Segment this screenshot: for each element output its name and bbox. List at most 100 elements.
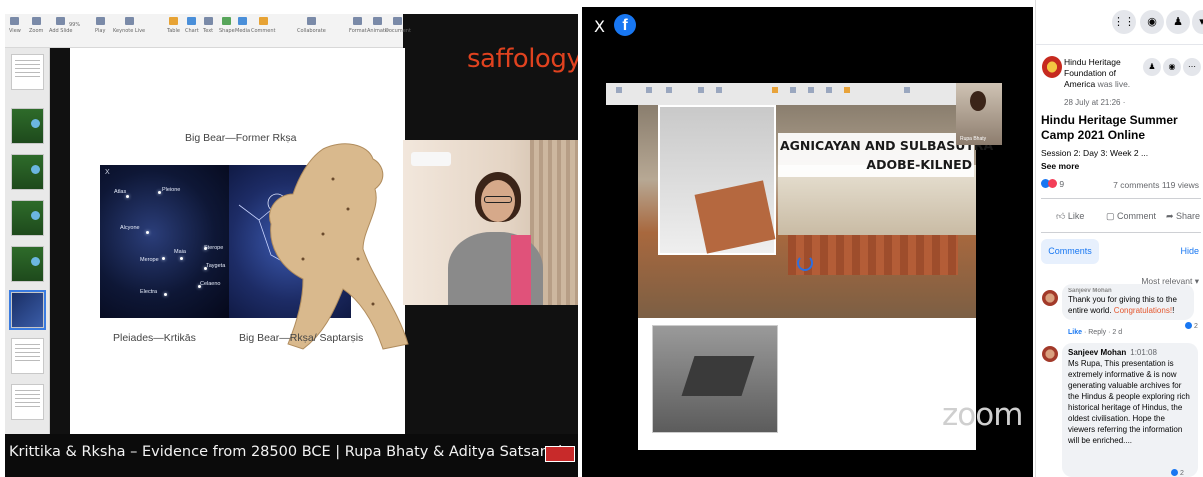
toolbar-view[interactable]: View	[9, 17, 21, 34]
toolbar-media[interactable]: Media	[235, 17, 250, 34]
toolbar-document[interactable]: Document	[385, 17, 411, 34]
collaborate-icon	[306, 17, 316, 25]
menu-grid-icon[interactable]: ⋮⋮	[1112, 10, 1136, 34]
post-description: Session 2: Day 3: Week 2 ...	[1041, 148, 1149, 158]
toolbar-collaborate[interactable]: Collaborate	[297, 17, 326, 34]
post-title: Hindu Heritage Summer Camp 2021 Online	[1041, 113, 1178, 142]
live-badge	[545, 446, 575, 462]
divider	[1041, 198, 1201, 199]
document-icon	[393, 17, 403, 25]
facebook-logo-icon[interactable]: f	[614, 14, 636, 36]
animate-icon	[372, 17, 382, 25]
media-icon	[238, 17, 248, 25]
comment-icon	[258, 17, 268, 25]
toolbar-table[interactable]: Table	[167, 17, 180, 34]
like-button[interactable]: 👍︎ Like	[1056, 211, 1084, 222]
slide-thumbnail[interactable]	[11, 200, 44, 236]
presenter-webcam	[403, 140, 578, 305]
toolbar-keynote-live[interactable]: Keynote Live	[113, 17, 145, 34]
comment-author[interactable]: Sanjeev Mohan	[1068, 348, 1126, 357]
slide-thumbnail[interactable]	[11, 246, 44, 282]
add-slide-icon	[56, 17, 66, 25]
toolbar-comment[interactable]: Comment	[251, 17, 276, 34]
page-avatar[interactable]	[1042, 56, 1062, 78]
facebook-top-bar: ⋮⋮ ◉ ♟ ▾	[1036, 0, 1203, 45]
comment-timestamp[interactable]: 1:01:08	[1130, 348, 1157, 357]
messenger-icon[interactable]: ◉	[1163, 58, 1181, 76]
loading-spinner-icon	[797, 255, 813, 271]
comment-actions: Like · Reply · 2 d	[1068, 329, 1123, 336]
comment-text: Ms Rupa, This presentation is extremely …	[1068, 359, 1190, 445]
messenger-icon[interactable]: ◉	[1140, 10, 1164, 34]
video-caption-bar: Krittika & Rksha – Evidence from 28500 B…	[5, 434, 578, 477]
avatar[interactable]	[1042, 346, 1058, 362]
star-label: Atlas	[114, 189, 127, 195]
slide-thumbnail[interactable]	[11, 154, 44, 190]
share-icon: ➦	[1166, 211, 1177, 221]
excavation-photo	[652, 325, 778, 433]
screenshot-collage: View Zoom Add Slide Play Keynote Live Ta…	[0, 0, 1203, 477]
keynote-toolbar: View Zoom Add Slide Play Keynote Live Ta…	[5, 14, 411, 48]
shared-screen-toolbar	[606, 83, 956, 105]
slide-title: AGNICAYAN AND SULBASUTRA ADOBE-KILNED	[778, 133, 993, 177]
big-bear-caption: Big Bear—Rkṣa/ Saptarṣis	[239, 332, 364, 344]
zoom-participant-video: Rupa Bhaty	[956, 83, 1002, 145]
text-icon	[203, 17, 213, 25]
saffology-logo: saffology	[467, 44, 578, 74]
slide-navigator	[5, 48, 50, 434]
star-label: Maia	[174, 249, 186, 255]
shape-icon	[222, 17, 232, 25]
account-menu-icon[interactable]: ▾	[1192, 10, 1203, 34]
slide-thumbnail[interactable]	[11, 384, 44, 420]
toolbar-play[interactable]: Play	[95, 17, 105, 34]
hide-comments-link[interactable]: Hide	[1180, 246, 1199, 256]
toolbar-shape[interactable]: Shape	[219, 17, 235, 34]
comment-like-count: 2	[1171, 469, 1185, 477]
comment-age: 2 d	[1112, 329, 1123, 336]
comment-like-count: 2	[1185, 322, 1199, 332]
pleiades-image: X Atlas Pleione Alcyone Merope Maia Ster…	[100, 165, 229, 318]
love-reaction-icon	[1048, 179, 1057, 188]
notifications-bell-icon[interactable]: ♟	[1166, 10, 1190, 34]
zoom-level[interactable]: 99%	[69, 22, 80, 28]
toolbar-text[interactable]: Text	[203, 17, 213, 34]
star-label: Merope	[140, 257, 159, 263]
comment-like-link[interactable]: Like	[1068, 329, 1082, 336]
comments-views-count[interactable]: 7 comments 119 views	[1113, 180, 1199, 190]
slide-thumbnail[interactable]	[11, 54, 44, 90]
video-caption-text: Krittika & Rksha – Evidence from 28500 B…	[9, 444, 563, 460]
toolbar-format[interactable]: Format	[349, 17, 367, 34]
tab-comments[interactable]: Comments	[1041, 239, 1099, 264]
share-button[interactable]: ➦ Share	[1166, 211, 1200, 222]
star-label: Sterope	[204, 245, 224, 251]
reaction-summary[interactable]: 9	[1041, 179, 1064, 189]
divider	[1041, 232, 1201, 233]
slide-thumbnail[interactable]	[11, 108, 44, 144]
comment-reply-link[interactable]: Reply	[1088, 329, 1106, 336]
page-name[interactable]: Hindu Heritage Foundation of America was…	[1064, 57, 1144, 90]
close-icon[interactable]: X	[594, 17, 605, 36]
avatar[interactable]	[1042, 290, 1058, 306]
slide-thumbnail[interactable]	[11, 338, 44, 374]
pleiades-caption: Pleiades—Krtikās	[113, 332, 196, 344]
notifications-bell-icon[interactable]: ♟	[1143, 58, 1161, 76]
toolbar-chart[interactable]: Chart	[185, 17, 199, 34]
comment-icon: ▢	[1106, 211, 1118, 221]
keynote-recording-panel: View Zoom Add Slide Play Keynote Live Ta…	[5, 14, 578, 477]
zoom-watermark: zoom	[942, 397, 1023, 433]
more-options-icon[interactable]: ⋯	[1183, 58, 1201, 76]
toolbar-zoom[interactable]: Zoom	[29, 17, 43, 34]
slide-thumbnail-selected[interactable]	[9, 290, 46, 330]
play-icon	[95, 17, 105, 25]
comment-bubble: Sanjeev Mohan Thank you for giving this …	[1062, 284, 1194, 320]
table-icon	[168, 17, 178, 25]
star-label: Electra	[140, 289, 158, 295]
see-more-link[interactable]: See more	[1041, 161, 1079, 171]
like-reaction-icon	[1185, 322, 1192, 329]
zoom-icon	[31, 17, 41, 25]
close-icon: X	[105, 169, 110, 176]
format-icon	[353, 17, 363, 25]
star-label: Alcyone	[120, 225, 140, 231]
post-date: 28 July at 21:26 ·	[1064, 98, 1126, 107]
comment-button[interactable]: ▢ Comment	[1106, 211, 1156, 222]
